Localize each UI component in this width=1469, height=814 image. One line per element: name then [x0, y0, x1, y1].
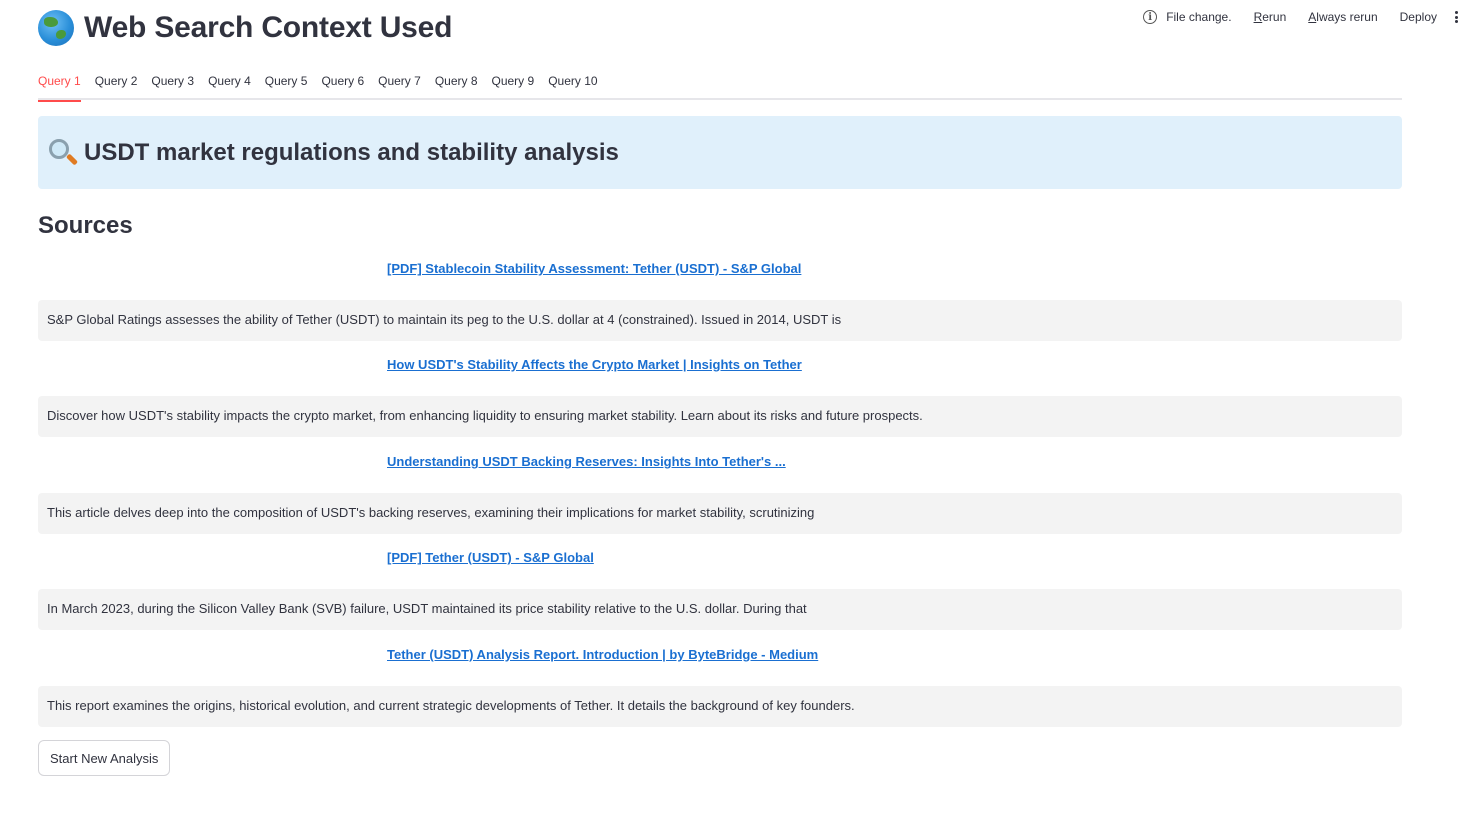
source-link[interactable]: [PDF] Tether (USDT) - S&P Global — [387, 550, 594, 565]
tab-query-9[interactable]: Query 9 — [492, 72, 535, 100]
source-link[interactable]: [PDF] Stablecoin Stability Assessment: T… — [387, 261, 801, 276]
globe-icon — [38, 10, 74, 46]
always-rerun-button[interactable]: Always rerun — [1308, 10, 1377, 24]
source-snippet: This report examines the origins, histor… — [38, 686, 1402, 727]
tab-query-6[interactable]: Query 6 — [321, 72, 364, 100]
source-snippet: In March 2023, during the Silicon Valley… — [38, 589, 1402, 630]
kebab-menu-icon[interactable] — [1455, 11, 1459, 23]
sources-heading: Sources — [38, 212, 133, 239]
source-snippet: S&P Global Ratings assesses the ability … — [38, 300, 1402, 341]
rerun-button[interactable]: Rerun — [1254, 10, 1287, 24]
always-rerun-label: lways rerun — [1316, 10, 1378, 24]
rerun-accesskey: R — [1253, 10, 1263, 24]
tab-query-3[interactable]: Query 3 — [151, 72, 194, 100]
tab-query-5[interactable]: Query 5 — [265, 72, 308, 100]
rerun-label: erun — [1262, 10, 1287, 24]
magnifier-icon — [48, 138, 79, 168]
source-snippet: This article delves deep into the compos… — [38, 493, 1402, 534]
tab-query-1[interactable]: Query 1 — [38, 72, 81, 102]
app-toolbar: i File change. Rerun Always rerun Deploy — [1143, 8, 1461, 26]
source-link[interactable]: Understanding USDT Backing Reserves: Ins… — [387, 454, 786, 469]
source-link[interactable]: How USDT's Stability Affects the Crypto … — [387, 357, 802, 372]
deploy-button[interactable]: Deploy — [1400, 10, 1437, 24]
info-icon: i — [1143, 10, 1158, 24]
file-change-status: File change. — [1166, 10, 1232, 24]
tab-query-4[interactable]: Query 4 — [208, 72, 251, 100]
query-tabs: Query 1 Query 2 Query 3 Query 4 Query 5 … — [38, 72, 1402, 102]
source-snippet: Discover how USDT's stability impacts th… — [38, 396, 1402, 437]
start-new-analysis-button[interactable]: Start New Analysis — [38, 740, 171, 776]
tab-query-7[interactable]: Query 7 — [378, 72, 421, 100]
tab-query-10[interactable]: Query 10 — [548, 72, 597, 100]
query-text: USDT market regulations and stability an… — [84, 138, 619, 166]
source-link[interactable]: Tether (USDT) Analysis Report. Introduct… — [387, 647, 818, 662]
tab-query-2[interactable]: Query 2 — [95, 72, 138, 100]
page-title: Web Search Context Used — [84, 11, 453, 44]
page-header: Web Search Context Used — [38, 10, 452, 46]
tab-query-8[interactable]: Query 8 — [435, 72, 478, 100]
query-banner: USDT market regulations and stability an… — [38, 116, 1402, 189]
